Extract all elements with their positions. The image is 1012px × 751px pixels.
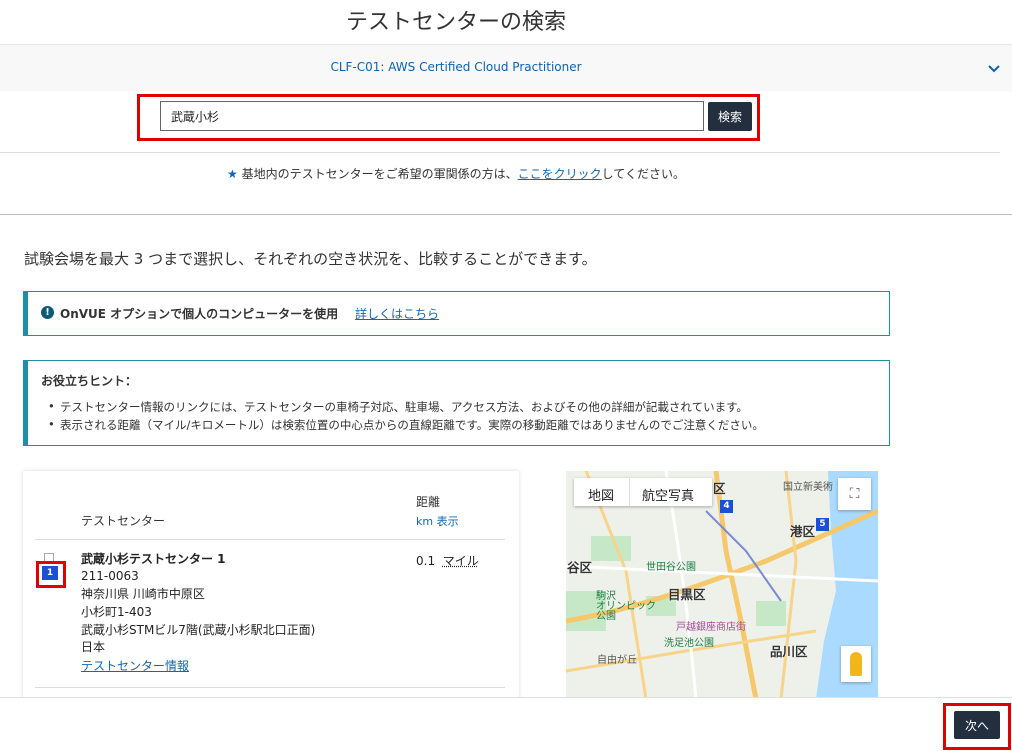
map-label-setagaya: 谷区 [567,560,593,575]
map-poi: 自由が丘 [597,655,637,666]
military-notice: ★ 基地内のテストセンターをご希望の軍関係の方は、ここをクリックしてください。 [0,165,912,182]
fullscreen-icon[interactable]: ⛶ [838,478,871,510]
map-marker-icon: 1 [42,566,58,580]
column-header-center: テストセンター [81,514,166,528]
address-line: 武蔵小杉STMビル7階(武蔵小杉駅北口正面) [81,623,316,637]
map-marker-icon[interactable]: 5 [816,518,829,531]
map-poi: 駒沢 オリンピック 公園 [596,591,656,622]
map-poi: 洗足池公園 [664,638,714,649]
country: 日本 [81,640,106,654]
military-text-end: してください。 [601,167,685,181]
onvue-text: OnVUE オプションで個人のコンピューターを使用 [60,307,339,321]
divider [0,152,1000,153]
search-button[interactable]: 検索 [708,102,752,131]
tip-item: 表示される距離（マイル/キロメートル）は検索位置の中心点からの直線距離です。実際… [48,417,764,433]
chevron-down-icon[interactable] [982,60,1006,80]
divider [35,539,505,540]
section-divider [0,214,1012,215]
map-poi: 国立新美術 [783,482,833,493]
map-tab-map[interactable]: 地図 [588,485,614,504]
distance-value: 0.1 [416,554,436,568]
next-button[interactable]: 次へ [954,711,1000,739]
compare-instructions: 試験会場を最大 3 つまで選択し、それぞれの空き状況を、比較することができます。 [24,250,597,268]
map-poi: 戸越銀座商店街 [676,622,746,633]
tip-item: テストセンター情報のリンクには、テストセンターの車椅子対応、駐車場、アクセス方法… [48,399,748,415]
map-label-shinagawa: 品川区 [770,644,808,659]
map-marker-icon[interactable]: 4 [720,500,733,513]
test-center-name: 武蔵小杉テストセンター 1 [81,552,226,566]
star-icon: ★ [227,167,238,181]
map-tab-satellite[interactable]: 航空写真 [642,485,694,504]
map-label-meguro: 目黒区 [668,587,706,602]
distance: 0.1 マイル [416,552,479,569]
tips-title: お役立ちヒント： [41,374,138,388]
column-header-distance: 距離 [416,495,441,509]
exam-title[interactable]: CLF-C01: AWS Certified Cloud Practitione… [0,60,912,74]
distance-unit: マイル [442,554,479,568]
address-line: 小杉町1-403 [81,605,152,619]
info-icon: ! [41,306,54,319]
military-text: 基地内のテストセンターをご希望の軍関係の方は、 [241,167,518,181]
map-label-minato: 港区 [790,524,816,539]
search-input[interactable] [160,101,704,131]
address-line: 神奈川県 川崎市中原区 [81,587,205,601]
military-click-link[interactable]: ここをクリック [518,167,602,181]
postal-code: 211-0063 [81,569,139,583]
footer-bar [0,697,1012,751]
map-label-ku: 区 [713,481,726,496]
map-poi: 世田谷公園 [646,562,696,573]
divider [35,687,505,688]
divider [629,478,630,506]
test-center-info-link[interactable]: テストセンター情報 [81,657,189,674]
km-toggle-link[interactable]: km 表示 [416,513,459,529]
pegman-icon [850,652,862,676]
page-title: テストセンターの検索 [345,10,566,35]
onvue-details-link[interactable]: 詳しくはこちら [355,305,439,322]
